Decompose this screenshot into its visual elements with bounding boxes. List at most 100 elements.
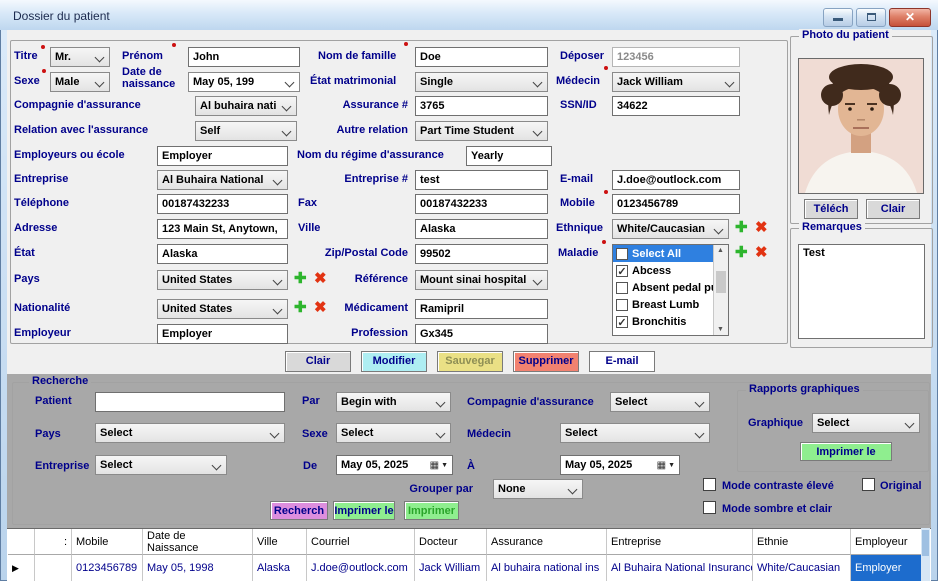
table-cell[interactable]: White/Caucasian [753, 555, 851, 581]
calendar-icon[interactable]: ▦ [657, 460, 666, 471]
chevron-down-icon [436, 398, 446, 408]
sexe-select[interactable]: Male [50, 72, 110, 92]
employeurs-ecole-input[interactable]: Employer [157, 146, 288, 166]
list-item[interactable]: Absent pedal pu [613, 279, 728, 296]
prenom-input[interactable]: John [188, 47, 300, 67]
search-pays-select[interactable]: Select [95, 423, 285, 443]
autre-relation-select[interactable]: Part Time Student [415, 121, 548, 141]
table-cell[interactable]: Al Buhaira National Insurance [607, 555, 753, 581]
telephone-input[interactable]: 00187432233 [157, 194, 288, 214]
graphique-select[interactable]: Select [812, 413, 920, 433]
table-cell[interactable]: 0123456789 [72, 555, 143, 581]
column-header: Date de Naissance [143, 529, 253, 555]
imprimer-button[interactable]: Imprimer [404, 501, 459, 520]
mobile-input[interactable]: 0123456789 [612, 194, 740, 214]
maladie-scrollbar[interactable]: ▲ ▼ [713, 245, 728, 335]
search-compagnie-select[interactable]: Select [610, 392, 710, 412]
calendar-icon[interactable]: ▦ [430, 460, 439, 471]
checkbox-icon[interactable] [616, 265, 628, 277]
sauvegar-button[interactable]: Sauvegar [437, 351, 503, 372]
table-row[interactable]: ▶ 0123456789 May 05, 1998 Alaska J.doe@o… [8, 555, 928, 581]
maladie-listbox[interactable]: Select All Abcess Absent pedal pu Breast… [612, 244, 729, 336]
remarques-textarea[interactable]: Test [798, 244, 925, 339]
calendar-drop-icon[interactable]: ▼ [668, 462, 675, 469]
scroll-up-icon[interactable]: ▲ [717, 247, 724, 254]
table-cell-selected[interactable]: Employer [851, 555, 928, 581]
nom-famille-input[interactable]: Doe [415, 47, 548, 67]
table-scrollbar[interactable] [921, 528, 930, 581]
delete-maladie-icon[interactable]: ✖ [755, 245, 768, 261]
title-bar[interactable]: Dossier du patient ✕ [0, 0, 938, 30]
medecin-select[interactable]: Jack William [612, 72, 740, 92]
close-button[interactable]: ✕ [889, 8, 931, 27]
scroll-down-icon[interactable]: ▼ [717, 326, 724, 333]
table-cell[interactable]: May 05, 1998 [143, 555, 253, 581]
scrollbar-thumb[interactable] [922, 530, 929, 556]
list-item[interactable]: Breast Lumb [613, 296, 728, 313]
row-selector-marker[interactable]: ▶ [8, 555, 35, 581]
original-checkbox[interactable] [862, 478, 875, 491]
list-item[interactable]: Bronchitis [613, 313, 728, 330]
table-cell[interactable]: Alaska [253, 555, 307, 581]
supprimer-button[interactable]: Supprimer [513, 351, 579, 372]
chevron-down-icon [714, 225, 724, 235]
email-button[interactable]: E-mail [589, 351, 655, 372]
entreprise-num-label: Entreprise # [265, 173, 408, 185]
add-maladie-icon[interactable]: ✚ [735, 245, 748, 261]
adresse-input[interactable]: 123 Main St, Anytown, [157, 219, 288, 239]
minimize-button[interactable] [823, 8, 853, 27]
list-item[interactable]: Select All [613, 245, 728, 262]
email-input[interactable]: J.doe@outlock.com [612, 170, 740, 190]
ethnique-select[interactable]: White/Caucasian [612, 219, 729, 239]
recherch-button[interactable]: Recherch [270, 501, 328, 520]
list-item[interactable]: Abcess [613, 262, 728, 279]
fax-input[interactable]: 00187432233 [415, 194, 548, 214]
mode-contraste-checkbox[interactable] [703, 478, 716, 491]
reference-select[interactable]: Mount sinai hospital [415, 270, 548, 290]
table-cell[interactable] [35, 555, 72, 581]
search-sexe-select[interactable]: Select [336, 423, 451, 443]
search-par-select[interactable]: Begin with [336, 392, 451, 412]
checkbox-icon[interactable] [616, 316, 628, 328]
mode-sombre-checkbox[interactable] [703, 501, 716, 514]
entreprise-num-input[interactable]: test [415, 170, 548, 190]
telech-button[interactable]: Téléch [804, 199, 858, 219]
medicament-input[interactable]: Ramipril [415, 299, 548, 319]
table-cell[interactable]: Al buhaira national ins [487, 555, 607, 581]
search-a-datepicker[interactable]: May 05, 2025▦▼ [560, 455, 680, 475]
grouper-par-select[interactable]: None [493, 479, 583, 499]
etat-matrimonial-select[interactable]: Single [415, 72, 548, 92]
search-par-label: Par [302, 395, 320, 407]
imprimer-le-button[interactable]: Imprimer le [333, 501, 395, 520]
table-cell[interactable]: Jack William [415, 555, 487, 581]
calendar-drop-icon[interactable]: ▼ [441, 462, 448, 469]
modifier-button[interactable]: Modifier [361, 351, 427, 372]
checkbox-icon[interactable] [616, 282, 628, 294]
titre-select[interactable]: Mr. [50, 47, 110, 67]
maximize-button[interactable] [856, 8, 886, 27]
search-patient-label: Patient [35, 395, 72, 407]
scrollbar-thumb[interactable] [716, 271, 726, 293]
photo-clair-button[interactable]: Clair [866, 199, 920, 219]
clair-button[interactable]: Clair [285, 351, 351, 372]
checkbox-icon[interactable] [616, 248, 628, 260]
assurance-num-input[interactable]: 3765 [415, 96, 548, 116]
regime-assurance-input[interactable]: Yearly [466, 146, 552, 166]
profession-input[interactable]: Gx345 [415, 324, 548, 344]
chevron-down-icon [270, 429, 280, 439]
checkbox-icon[interactable] [616, 299, 628, 311]
add-ethnique-icon[interactable]: ✚ [735, 220, 748, 236]
zip-input[interactable]: 99502 [415, 244, 548, 264]
search-medecin-select[interactable]: Select [560, 423, 710, 443]
employeurs-ecole-label: Employeurs ou école [14, 149, 125, 161]
graph-imprimer-le-button[interactable]: Imprimer le [800, 442, 892, 461]
search-patient-input[interactable] [95, 392, 285, 412]
date-naissance-select[interactable]: May 05, 199 [188, 72, 300, 92]
ville-input[interactable]: Alaska [415, 219, 548, 239]
search-entreprise-select[interactable]: Select [95, 455, 227, 475]
search-de-datepicker[interactable]: May 05, 2025▦▼ [336, 455, 453, 475]
recherche-title: Recherche [29, 375, 91, 387]
ssn-input[interactable]: 34622 [612, 96, 740, 116]
table-cell[interactable]: J.doe@outlock.com [307, 555, 415, 581]
delete-ethnique-icon[interactable]: ✖ [755, 220, 768, 236]
